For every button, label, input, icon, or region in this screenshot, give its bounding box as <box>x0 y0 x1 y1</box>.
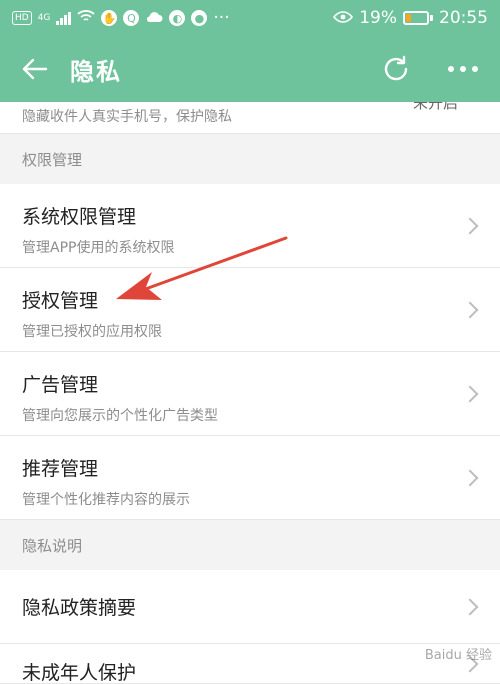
item-title: 隐私政策摘要 <box>22 597 137 619</box>
hd-badge: HD <box>12 11 32 25</box>
arrow-left-icon <box>22 58 48 80</box>
page-title: 隐私 <box>70 57 122 86</box>
list-item-ads[interactable]: 广告管理 管理向您展示的个性化广告类型 <box>0 352 500 436</box>
network-type: 4G <box>37 13 51 23</box>
watermark: Baidu 经验 <box>424 648 492 663</box>
browser-icon: ◐ <box>169 10 186 26</box>
more-notifications-icon: ··· <box>213 8 230 28</box>
more-button[interactable] <box>426 36 500 102</box>
item-status: 未开启 <box>412 102 458 112</box>
list-item-privacy-summary[interactable]: 隐私政策摘要 <box>0 570 500 644</box>
item-subtitle: 管理向您展示的个性化广告类型 <box>22 408 218 424</box>
list-item-recommendations[interactable]: 推荐管理 管理个性化推荐内容的展示 <box>0 436 500 520</box>
item-title: 推荐管理 <box>22 458 99 480</box>
search-app-icon: Q <box>123 10 140 26</box>
signal-icon <box>56 11 72 25</box>
item-title: 系统权限管理 <box>22 206 137 228</box>
back-button[interactable] <box>0 36 70 102</box>
wifi-icon <box>77 8 96 28</box>
battery-percent: 19% <box>359 8 397 28</box>
chevron-right-icon <box>461 598 479 615</box>
item-subtitle: 管理已授权的应用权限 <box>22 324 162 340</box>
list-item-system-permissions[interactable]: 系统权限管理 管理APP使用的系统权限 <box>0 184 500 268</box>
refresh-button[interactable] <box>366 36 426 102</box>
battery-icon <box>403 11 433 25</box>
list-item-authorization[interactable]: 授权管理 管理已授权的应用权限 <box>0 268 500 352</box>
item-title: 广告管理 <box>22 374 99 396</box>
eye-icon <box>333 8 354 28</box>
list-item-hide-number[interactable]: 隐藏收件人真实手机号，保护隐私 未开启 <box>0 102 500 134</box>
refresh-icon <box>384 55 408 81</box>
app-header: 隐私 <box>0 36 500 102</box>
qq-icon: ● <box>191 10 208 26</box>
section-header-permissions: 权限管理 <box>0 134 500 184</box>
settings-list: 隐藏收件人真实手机号，保护隐私 未开启 权限管理 系统权限管理 管理APP使用的… <box>0 102 500 684</box>
dot-icon <box>460 66 466 72</box>
item-subtitle: 管理APP使用的系统权限 <box>22 240 175 256</box>
dot-icon <box>472 66 478 72</box>
dot-icon <box>448 66 454 72</box>
cloud-icon <box>145 8 163 28</box>
section-header-privacy-info: 隐私说明 <box>0 520 500 570</box>
item-subtitle: 管理个性化推荐内容的展示 <box>22 492 190 508</box>
item-title: 授权管理 <box>22 290 99 312</box>
status-bar: HD 4G ✋ Q ◐ ● ··· 19% 20:55 <box>0 0 500 36</box>
app-notification-icon: ✋ <box>101 10 118 26</box>
clock: 20:55 <box>439 8 488 28</box>
